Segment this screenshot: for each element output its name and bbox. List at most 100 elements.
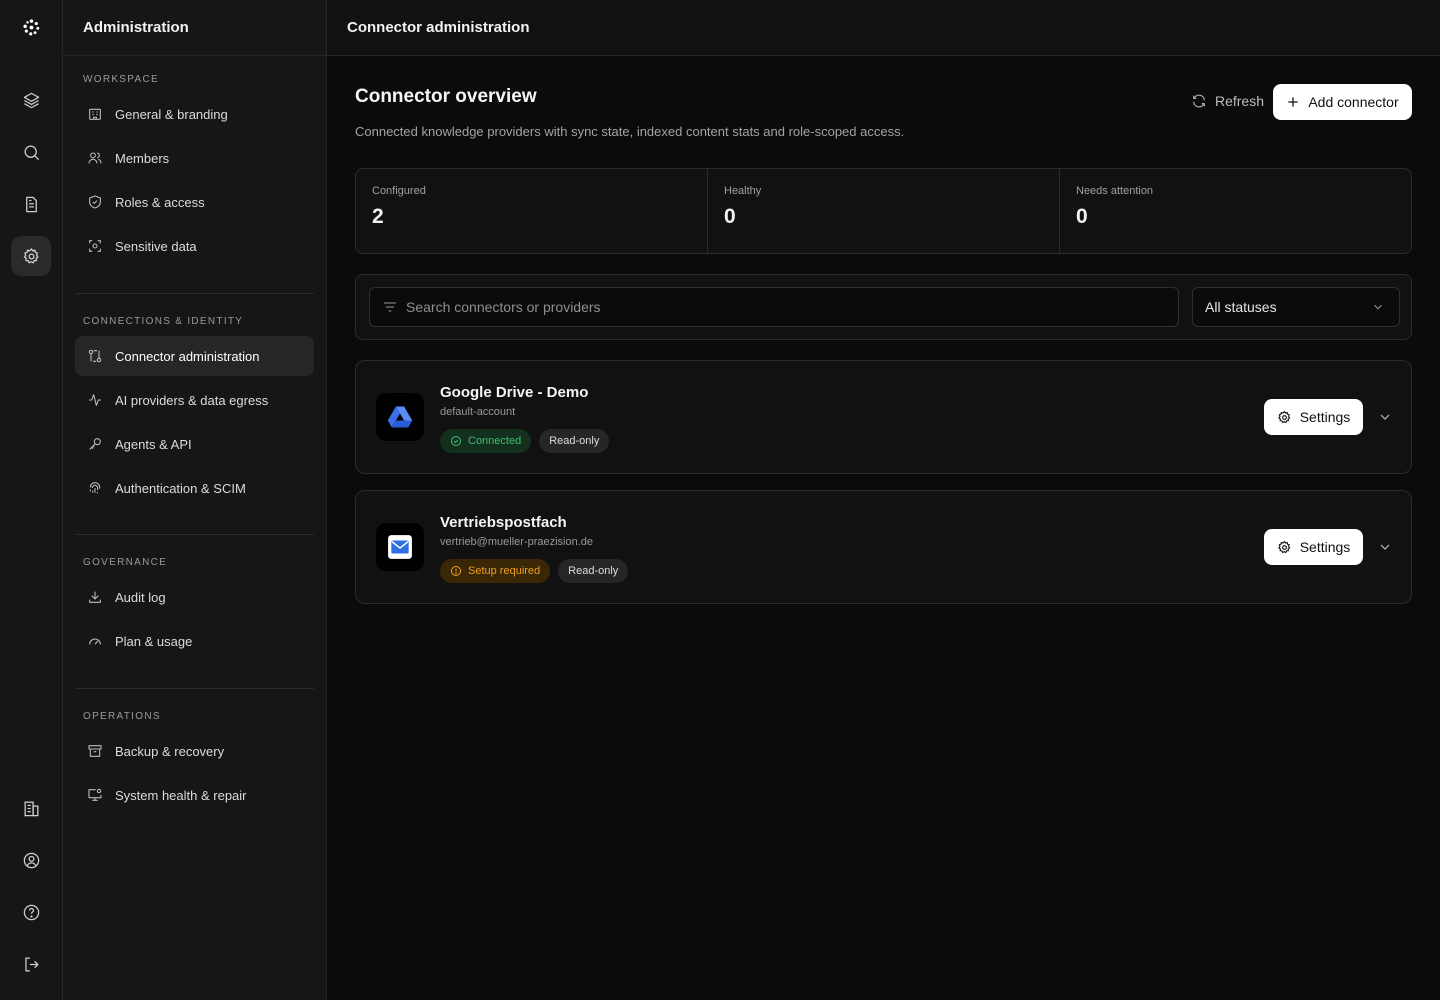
connector-badges: Connected Read-only — [440, 429, 610, 453]
section-workspace: WORKSPACE General & branding Members Rol… — [75, 70, 314, 266]
download-icon — [89, 591, 101, 603]
section-title: WORKSPACE — [83, 74, 159, 85]
monitor-gear-icon — [88, 788, 102, 801]
sidebar-divider — [75, 688, 314, 689]
sidebar-divider — [75, 534, 314, 535]
sidebar-item-label: General & branding — [115, 106, 228, 122]
status-filter-select[interactable]: All statuses — [1192, 287, 1400, 327]
sidebar-item-audit-log[interactable]: Audit log — [75, 577, 314, 617]
sidebar-divider — [75, 293, 314, 294]
search-input[interactable] — [406, 299, 1178, 315]
page-title: Connector overview — [355, 86, 537, 107]
settings-gear-icon[interactable] — [11, 236, 51, 276]
sidebar-item-sensitive-data[interactable]: Sensitive data — [75, 226, 314, 266]
status-badge: Connected — [440, 429, 532, 453]
sidebar-item-ai-providers[interactable]: AI providers & data egress — [75, 380, 314, 420]
connector-badges: Setup required Read-only — [440, 559, 629, 583]
sidebar-item-label: Backup & recovery — [115, 743, 225, 759]
sidebar-item-members[interactable]: Members — [75, 138, 314, 178]
sidebar-item-backup-recovery[interactable]: Backup & recovery — [75, 731, 314, 771]
sidebar-item-authentication-scim[interactable]: Authentication & SCIM — [75, 468, 314, 508]
filter-bar: All statuses — [355, 274, 1412, 340]
filter-icon — [384, 302, 396, 312]
logout-icon[interactable] — [11, 944, 51, 984]
stat-value: 0 — [724, 205, 736, 228]
check-circle-icon — [451, 436, 461, 446]
sidebar-item-label: Connector administration — [115, 348, 260, 364]
gear-icon — [1277, 410, 1291, 423]
sidebar-title: Administration — [63, 0, 326, 56]
layers-icon[interactable] — [11, 80, 51, 120]
stat-configured: Configured 2 — [356, 169, 708, 253]
page-header-title: Connector administration — [347, 19, 530, 36]
stat-value: 0 — [1076, 205, 1088, 228]
settings-label: Settings — [1299, 409, 1351, 425]
connector-settings-button[interactable]: Settings — [1264, 399, 1363, 435]
connector-card[interactable]: Vertriebspostfach vertrieb@mueller-praez… — [355, 490, 1412, 604]
shield-icon — [89, 195, 101, 209]
connector-account: default-account — [440, 406, 516, 418]
expand-connector-button[interactable] — [1375, 537, 1395, 557]
section-title: GOVERNANCE — [83, 557, 168, 568]
building-icon — [89, 108, 101, 120]
expand-connector-button[interactable] — [1375, 407, 1395, 427]
document-icon[interactable] — [11, 184, 51, 224]
status-filter-value: All statuses — [1205, 299, 1277, 315]
add-connector-label: Add connector — [1308, 94, 1399, 110]
page-subtitle: Connected knowledge providers with sync … — [355, 124, 905, 139]
connector-icon — [88, 349, 102, 363]
search-icon[interactable] — [11, 132, 51, 172]
sidebar-item-label: AI providers & data egress — [115, 392, 269, 408]
sidebar-item-roles-access[interactable]: Roles & access — [75, 182, 314, 222]
refresh-icon — [1193, 94, 1205, 108]
chevron-down-icon — [1374, 304, 1382, 310]
sidebar-item-label: Audit log — [115, 589, 166, 605]
refresh-button[interactable]: Refresh — [1191, 86, 1264, 116]
sidebar-item-label: System health & repair — [115, 787, 247, 803]
connector-card[interactable]: Google Drive - Demo default-account Conn… — [355, 360, 1412, 474]
fingerprint-icon — [89, 482, 101, 494]
google-drive-logo-icon — [376, 393, 424, 441]
users-icon — [88, 152, 102, 164]
connector-settings-button[interactable]: Settings — [1264, 529, 1363, 565]
connector-account: vertrieb@mueller-praezision.de — [440, 536, 594, 548]
stat-label: Needs attention — [1076, 185, 1154, 197]
access-badge: Read-only — [539, 429, 610, 453]
app-logo-icon[interactable] — [11, 7, 51, 47]
stat-needs-attention: Needs attention 0 — [1060, 169, 1411, 253]
archive-icon — [88, 745, 102, 757]
section-governance: GOVERNANCE Audit log Plan & usage — [75, 553, 314, 661]
key-icon — [89, 438, 101, 450]
alert-circle-icon — [451, 566, 461, 576]
activity-icon — [89, 394, 101, 406]
stat-value: 2 — [372, 205, 384, 228]
building-icon[interactable] — [11, 788, 51, 828]
section-title: OPERATIONS — [83, 711, 161, 722]
status-badge-label: Setup required — [468, 565, 541, 577]
help-icon[interactable] — [11, 892, 51, 932]
section-connections-identity: CONNECTIONS & IDENTITY Connector adminis… — [75, 312, 314, 508]
sidebar-item-label: Agents & API — [115, 436, 192, 452]
settings-label: Settings — [1299, 539, 1351, 555]
sidebar-item-general-branding[interactable]: General & branding — [75, 94, 314, 134]
stats-panel: Configured 2 Healthy 0 Needs attention 0 — [355, 168, 1412, 254]
stat-label: Configured — [372, 185, 426, 197]
sidebar-item-plan-usage[interactable]: Plan & usage — [75, 621, 314, 661]
sidebar-item-label: Plan & usage — [115, 633, 193, 649]
gear-icon — [1277, 540, 1291, 553]
status-badge-label: Connected — [468, 435, 522, 447]
refresh-label: Refresh — [1214, 93, 1264, 109]
sidebar-item-agents-api[interactable]: Agents & API — [75, 424, 314, 464]
sidebar-item-connector-administration[interactable]: Connector administration — [75, 336, 314, 376]
chevron-down-icon — [1380, 544, 1390, 550]
user-circle-icon[interactable] — [11, 840, 51, 880]
access-badge: Read-only — [558, 559, 629, 583]
sidebar-item-label: Roles & access — [115, 194, 205, 210]
connector-name: Google Drive - Demo — [440, 384, 589, 401]
connector-name: Vertriebspostfach — [440, 514, 567, 531]
add-connector-button[interactable]: Add connector — [1273, 84, 1412, 120]
sidebar-item-system-health[interactable]: System health & repair — [75, 775, 314, 815]
section-operations: OPERATIONS Backup & recovery System heal… — [75, 707, 314, 815]
sidebar-item-label: Authentication & SCIM — [115, 480, 246, 496]
scan-icon — [89, 240, 101, 252]
